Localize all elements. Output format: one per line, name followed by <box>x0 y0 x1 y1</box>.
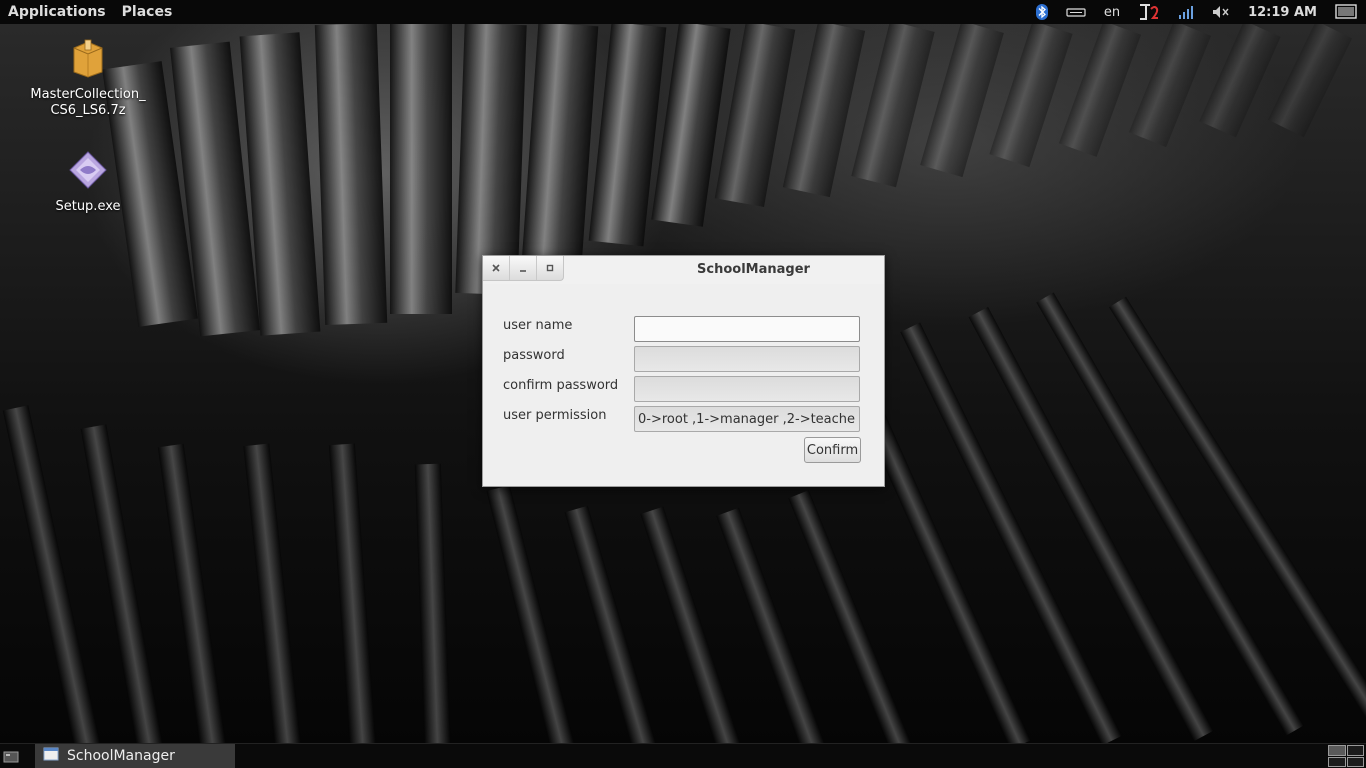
workspace-4[interactable] <box>1346 756 1364 767</box>
bottom-panel: SchoolManager <box>0 743 1366 768</box>
password-input[interactable] <box>634 346 860 372</box>
archive-icon <box>70 39 106 82</box>
permission-input[interactable] <box>634 406 860 432</box>
keyboard-icon[interactable] <box>1066 6 1086 18</box>
update-notifier-icon[interactable] <box>1138 3 1160 21</box>
system-tray: en 12:19 AM <box>1027 0 1366 24</box>
window-icon <box>43 747 59 765</box>
workspace-3[interactable] <box>1328 756 1346 767</box>
confirm-password-input[interactable] <box>634 376 860 402</box>
desktop-icon-label: MasterCollection_ <box>30 87 146 102</box>
password-label: password <box>503 348 565 363</box>
exe-icon <box>68 151 108 194</box>
desktop-icon-label: CS6_LS6.7z <box>50 103 126 118</box>
bluetooth-icon[interactable] <box>1035 4 1048 20</box>
volume-muted-icon[interactable] <box>1212 5 1230 19</box>
form-row-confirm-password: confirm password <box>503 376 863 402</box>
form-row-password: password <box>503 346 863 372</box>
window-titlebar[interactable]: SchoolManager <box>483 256 884 284</box>
form-row-username: user name <box>503 316 863 342</box>
permission-label: user permission <box>503 408 607 423</box>
taskbar-item-schoolmanager[interactable]: SchoolManager <box>35 744 235 768</box>
workspace-1[interactable] <box>1328 745 1346 756</box>
username-label: user name <box>503 318 573 333</box>
desktop-icon-archive[interactable]: MasterCollection_ CS6_LS6.7z <box>23 38 153 119</box>
signal-icon[interactable] <box>1178 5 1194 19</box>
desktop-icon-label: Setup.exe <box>55 199 121 214</box>
confirm-password-label: confirm password <box>503 378 619 393</box>
show-desktop-icon[interactable] <box>3 749 19 763</box>
applications-menu[interactable]: Applications <box>0 0 114 24</box>
desktop-icon-setup[interactable]: Setup.exe <box>23 150 153 215</box>
window-title: SchoolManager <box>697 262 810 277</box>
workspace-2[interactable] <box>1346 745 1364 756</box>
schoolmanager-dialog: SchoolManager user name password confirm… <box>482 255 885 487</box>
form-row-permission: user permission <box>503 406 863 432</box>
keyboard-layout-indicator[interactable]: en <box>1104 5 1120 20</box>
top-panel: Applications Places en 12:19 AM <box>0 0 1366 24</box>
session-icon[interactable] <box>1335 4 1357 20</box>
taskbar-item-label: SchoolManager <box>67 748 175 764</box>
username-input[interactable] <box>634 316 860 342</box>
places-menu[interactable]: Places <box>114 0 181 24</box>
clock[interactable]: 12:19 AM <box>1248 5 1317 20</box>
workspace-switcher[interactable] <box>1328 745 1364 767</box>
confirm-button[interactable]: Confirm <box>804 437 861 463</box>
